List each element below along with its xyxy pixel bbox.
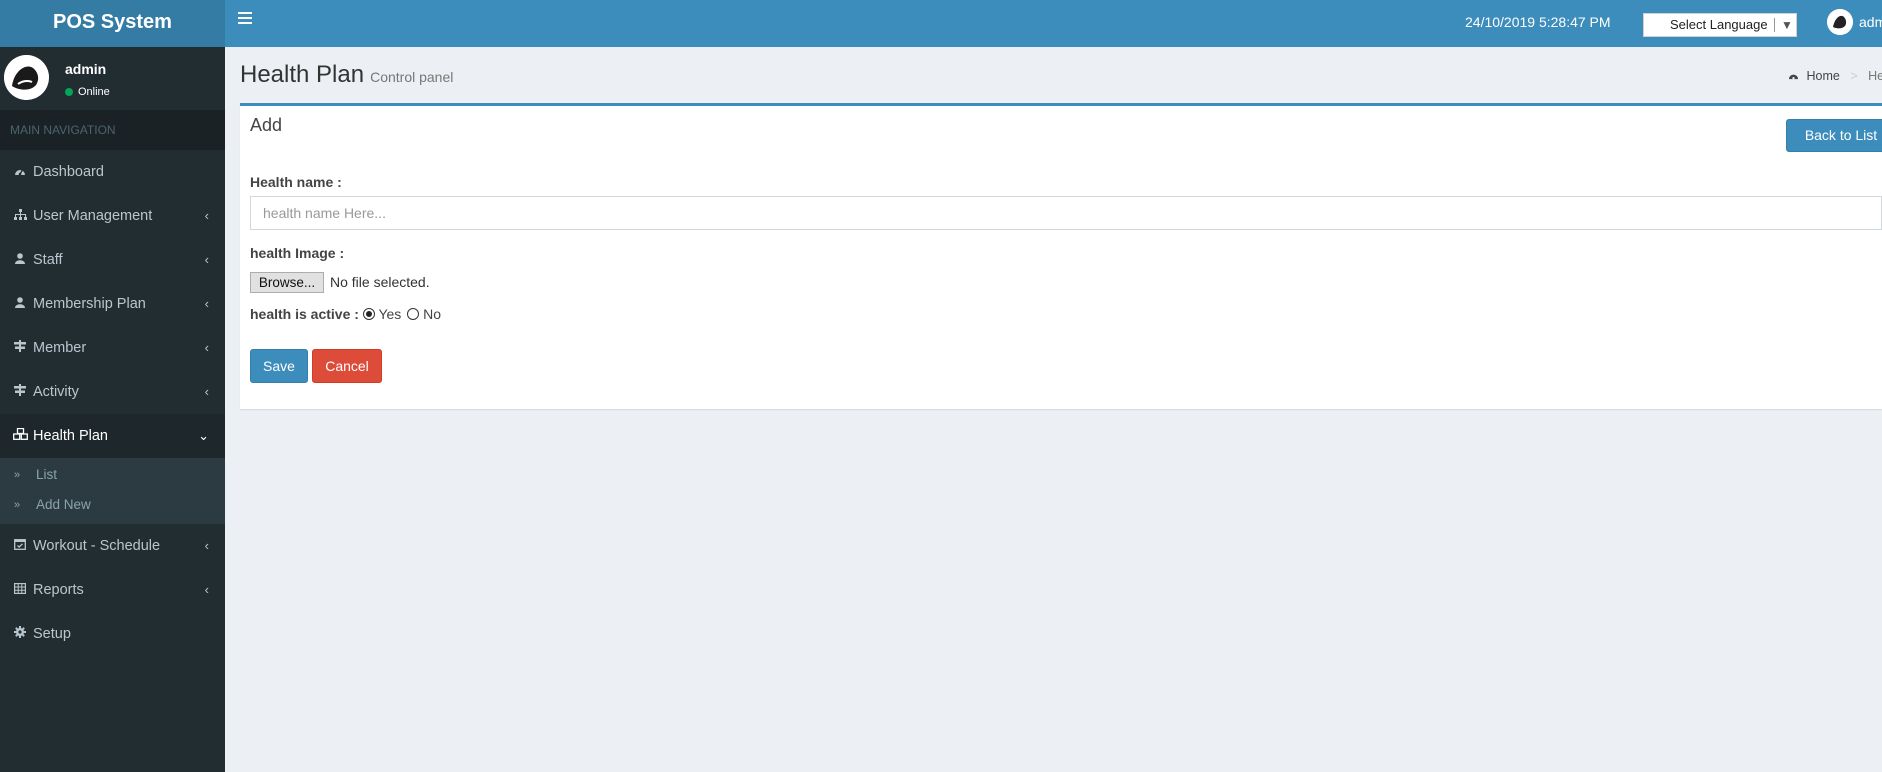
health-image-file-input[interactable]: Browse... No file selected. (250, 272, 430, 293)
header-datetime: 24/10/2019 5:28:47 PM (1465, 14, 1611, 30)
main-content: Health Plan Control panel Home > Health P… (225, 47, 1882, 772)
health-name-label: Health name : (250, 174, 342, 190)
active-no-radio[interactable] (407, 308, 420, 320)
nav-header: MAIN NAVIGATION (0, 110, 225, 150)
top-navbar: 24/10/2019 5:28:47 PM Select Language ▼ … (225, 0, 1882, 47)
submenu-item-list[interactable]: » List (0, 460, 225, 490)
breadcrumb-separator: > (1850, 69, 1858, 83)
sidebar-item-activity[interactable]: Activity ‹ (0, 370, 225, 414)
sidebar-item-label: Health Plan (33, 428, 108, 444)
user-icon (12, 238, 28, 282)
sidebar-item-workout-schedule[interactable]: Workout - Schedule ‹ (0, 524, 225, 568)
health-image-label: health Image : (250, 245, 345, 261)
health-name-input[interactable] (250, 196, 1882, 230)
chevron-left-icon: ‹ (204, 384, 209, 399)
sidebar-item-health-plan[interactable]: Health Plan ⌄ (0, 414, 225, 458)
signpost-icon (12, 370, 28, 414)
app-logo[interactable]: POS System (0, 0, 225, 47)
cancel-button[interactable]: Cancel (312, 349, 382, 383)
dashboard-icon (12, 150, 28, 194)
sidebar-item-label: Member (33, 340, 87, 356)
sidebar-item-label: Setup (33, 626, 71, 642)
sidebar-item-label: Staff (33, 252, 63, 268)
sidebar-item-label: Membership Plan (33, 296, 146, 312)
sidebar-item-membership-plan[interactable]: Membership Plan ‹ (0, 282, 225, 326)
save-button[interactable]: Save (250, 349, 308, 383)
online-dot-icon (65, 88, 73, 96)
chevron-left-icon: ‹ (204, 340, 209, 355)
chevron-left-icon: ‹ (204, 296, 209, 311)
online-status-label: Online (78, 86, 110, 98)
chevron-left-icon: ‹ (204, 582, 209, 597)
submenu-item-label: Add New (36, 497, 91, 512)
health-is-active-label: health is active : (250, 306, 359, 322)
gear-icon (12, 612, 28, 656)
sidebar-user-name: admin (65, 61, 107, 77)
breadcrumb-current: Health Plan (1868, 69, 1882, 83)
sidebar-item-member[interactable]: Member ‹ (0, 326, 225, 370)
sitemap-icon (12, 194, 28, 238)
active-yes-label: Yes (378, 306, 402, 322)
chevron-left-icon: ‹ (204, 208, 209, 223)
sidebar-item-label: Workout - Schedule (33, 538, 161, 554)
table-icon (12, 568, 28, 612)
sidebar-item-label: Dashboard (33, 164, 104, 180)
signpost-icon (12, 326, 28, 370)
sidebar-item-dashboard[interactable]: Dashboard (0, 150, 225, 194)
dashboard-icon (1788, 69, 1802, 83)
cubes-icon (12, 414, 28, 458)
page-subtitle: Control panel (370, 69, 454, 85)
sidebar-item-setup[interactable]: Setup (0, 612, 225, 656)
health-plan-submenu: » List » Add New (0, 458, 225, 524)
browse-button[interactable]: Browse... (250, 272, 324, 293)
app-title: POS System (53, 11, 172, 33)
calendar-check-icon (12, 524, 28, 568)
health-is-active-group: health is active : Yes No (250, 306, 441, 322)
language-select-label: Select Language (1670, 17, 1768, 32)
file-status-text: No file selected. (330, 274, 430, 290)
active-yes-radio[interactable] (362, 308, 375, 320)
user-panel: admin Online (0, 47, 225, 110)
add-form-box: Add Back to List Health name : health Im… (240, 103, 1882, 409)
sidebar-item-staff[interactable]: Staff ‹ (0, 238, 225, 282)
double-chevron-right-icon: » (14, 499, 21, 511)
language-select-divider (1774, 18, 1775, 32)
page-title: Health Plan Control panel (240, 61, 453, 89)
sidebar-item-label: Reports (33, 582, 84, 598)
header-avatar[interactable] (1827, 9, 1853, 35)
breadcrumb-home-link[interactable]: Home (1806, 69, 1839, 83)
caret-down-icon: ▼ (1781, 18, 1793, 32)
double-chevron-right-icon: » (14, 469, 21, 481)
header-user-name[interactable]: admin (1859, 14, 1882, 30)
sidebar: admin Online MAIN NAVIGATION Dashboard U… (0, 47, 225, 772)
sidebar-item-label: User Management (33, 208, 153, 224)
sidebar-toggle-icon[interactable] (238, 12, 252, 24)
online-status: Online (65, 86, 110, 98)
box-title: Add (250, 115, 283, 135)
sidebar-item-reports[interactable]: Reports ‹ (0, 568, 225, 612)
language-select[interactable]: Select Language ▼ (1643, 13, 1797, 37)
submenu-item-label: List (36, 467, 58, 482)
submenu-item-add-new[interactable]: » Add New (0, 490, 225, 520)
avatar (4, 55, 49, 100)
sidebar-item-label: Activity (33, 384, 79, 400)
chevron-left-icon: ‹ (204, 252, 209, 267)
back-to-list-button[interactable]: Back to List (1786, 119, 1882, 152)
user-icon (12, 282, 28, 326)
sidebar-item-user-management[interactable]: User Management ‹ (0, 194, 225, 238)
chevron-down-icon: ⌄ (198, 428, 209, 443)
page-title-text: Health Plan (240, 61, 365, 88)
chevron-left-icon: ‹ (204, 538, 209, 553)
breadcrumb: Home > Health Plan (1788, 69, 1882, 83)
active-no-label: No (423, 306, 441, 322)
